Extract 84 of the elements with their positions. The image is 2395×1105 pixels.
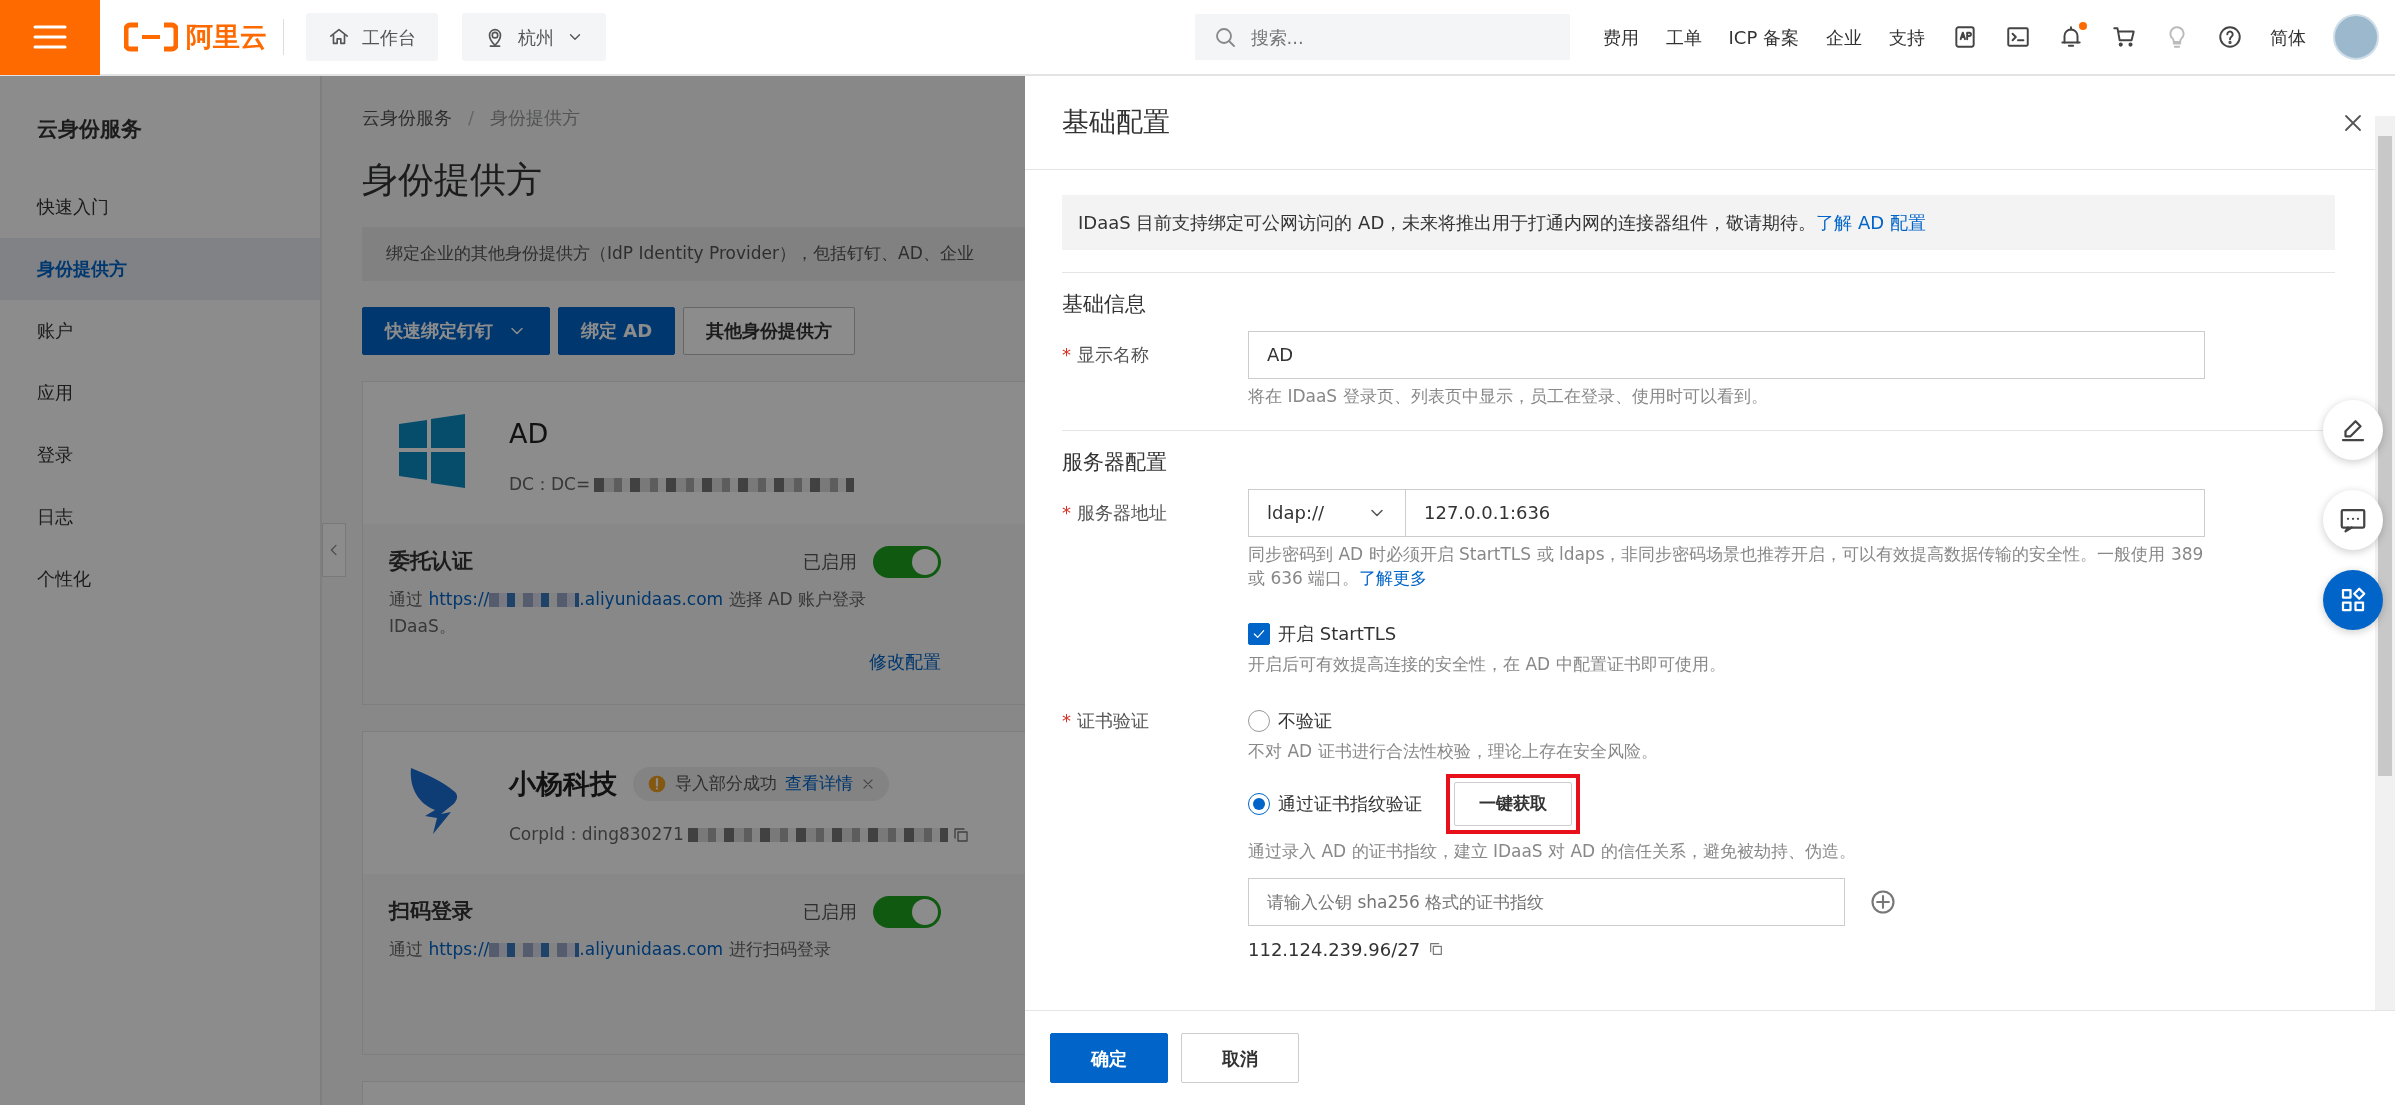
learn-more-link[interactable]: 了解更多: [1359, 567, 1428, 588]
info-notice: IDaaS 目前支持绑定可公网访问的 AD，未来将推出用于打通内网的连接器组件，敬请期待。了解 AD 配置: [1062, 195, 2335, 250]
field-hint: 将在 IDaaS 登录页、列表页中显示，员工在登录、使用时可以看到。: [1248, 384, 1769, 408]
form-label: * 服务器地址: [1062, 501, 1167, 523]
action-button[interactable]: 其他身份提供方: [683, 306, 856, 355]
sidebar-item[interactable]: 登录: [0, 423, 320, 486]
apps-button[interactable]: [2323, 570, 2383, 630]
form-label: * 证书验证: [1062, 710, 1149, 732]
copy-icon[interactable]: [1428, 941, 1445, 958]
fetch-button[interactable]: 一键获取: [1454, 782, 1572, 826]
status-text: 已启用: [803, 550, 857, 574]
cart-icon[interactable]: [2111, 24, 2137, 50]
warning-icon: [647, 773, 667, 794]
status-text: 已启用: [803, 900, 857, 924]
logo-text[interactable]: 阿里云: [186, 16, 267, 58]
toggle-switch[interactable]: [873, 895, 941, 928]
breadcrumb-link[interactable]: 云身份服务: [362, 104, 452, 131]
action-button[interactable]: 绑定 AD: [558, 306, 676, 355]
checkbox[interactable]: [1248, 622, 1270, 645]
provider-meta: CorpId：ding830271: [509, 823, 684, 846]
display-name-input[interactable]: AD: [1248, 330, 2205, 379]
copy-icon[interactable]: [951, 825, 970, 844]
page-title: 身份提供方: [362, 158, 543, 202]
cancel-button[interactable]: 取消: [1181, 1033, 1299, 1083]
confirm-button[interactable]: 确定: [1050, 1033, 1168, 1083]
section-heading: 基础信息: [1062, 291, 1147, 318]
breadcrumb-separator: /: [468, 106, 475, 130]
nav-link[interactable]: 工单: [1665, 23, 1702, 51]
add-circle-icon[interactable]: [1869, 887, 1897, 916]
feature-title: 扫码登录: [389, 897, 473, 925]
nav-link[interactable]: 支持: [1889, 23, 1925, 51]
checkbox-label: 开启 StartTLS: [1278, 622, 1397, 647]
url-link[interactable]: https:// .aliyunidaas.com: [428, 938, 724, 959]
terminal-icon[interactable]: [2005, 24, 2031, 50]
provider-name: AD: [509, 416, 549, 451]
drawer-title: 基础配置: [1062, 105, 1170, 140]
ip-range-text: 112.124.239.96/27: [1248, 937, 1421, 962]
radio-button[interactable]: [1248, 709, 1270, 732]
feature-title: 委托认证: [389, 547, 473, 575]
details-link[interactable]: 查看详情: [785, 771, 853, 797]
feature-description: 通过 https:// .aliyunidaas.com 选择 AD 账户登录 IDaaS。: [389, 587, 868, 638]
provider-name: 小杨科技: [509, 766, 617, 801]
feedback-button[interactable]: [2323, 490, 2383, 550]
menu-button[interactable]: [0, 0, 100, 75]
sidebar-item[interactable]: 快速入门: [0, 175, 320, 238]
server-address-input[interactable]: 127.0.0.1:636: [1405, 488, 2205, 537]
field-hint: 开启后可有效提高连接的安全性，在 AD 中配置证书即可使用。: [1248, 653, 1727, 677]
nav-link[interactable]: 费用: [1602, 23, 1639, 51]
workbench-button[interactable]: 工作台: [306, 13, 438, 61]
scrollbar[interactable]: [2375, 116, 2395, 1010]
sidebar-item[interactable]: 身份提供方: [0, 237, 320, 300]
bell-icon[interactable]: [2058, 24, 2084, 50]
radio-label: 不验证: [1278, 709, 1332, 734]
nav-link[interactable]: ICP 备案: [1728, 23, 1799, 51]
sidebar-item[interactable]: 日志: [0, 485, 320, 548]
protocol-select[interactable]: ldap://: [1248, 488, 1405, 537]
radio-button[interactable]: [1248, 793, 1270, 815]
field-hint: 同步密码到 AD 时必须开启 StartTLS 或 ldaps，非同步密码场景也推荐开启，可以有效提高数据传输的安全性。一般使用 389 或 636 端口。了解更多: [1248, 542, 2205, 590]
sidebar-item[interactable]: 账户: [0, 299, 320, 362]
edit-config-link[interactable]: 修改配置: [869, 650, 941, 672]
status-text: 导入部分成功: [675, 772, 777, 795]
fingerprint-input[interactable]: 请输入公钥 sha256 格式的证书指纹: [1248, 877, 1845, 926]
field-hint: 不对 AD 证书进行合法性校验，理论上存在安全风险。: [1248, 740, 1659, 764]
section-heading: 服务器配置: [1062, 449, 1168, 477]
radio-label: 通过证书指纹验证: [1278, 792, 1422, 817]
language-link[interactable]: 简体: [2270, 23, 2306, 51]
region-dropdown[interactable]: 杭州: [462, 13, 606, 61]
logo-icon: [124, 22, 178, 52]
edit-button[interactable]: [2323, 400, 2383, 460]
toggle-switch[interactable]: [873, 545, 941, 578]
feature-description: 通过 https:// .aliyunidaas.com 进行扫码登录: [389, 937, 832, 961]
form-label: * 显示名称: [1062, 343, 1149, 365]
sidebar-item[interactable]: 应用: [0, 361, 320, 424]
windows-logo-icon: [399, 413, 465, 488]
provider-meta: DC：DC=: [509, 473, 591, 496]
sidebar-item[interactable]: 个性化: [0, 547, 320, 610]
dropdown-button[interactable]: 快速绑定钉钉: [362, 306, 550, 355]
sidebar-title: 云身份服务: [36, 116, 143, 143]
nav-link[interactable]: 企业: [1826, 23, 1862, 51]
url-link[interactable]: https:// .aliyunidaas.com: [428, 588, 724, 609]
app-icon[interactable]: [1952, 24, 1978, 50]
help-icon[interactable]: [2217, 24, 2243, 50]
field-hint: 通过录入 AD 的证书指纹，建立 IDaaS 对 AD 的信任关系，避免被劫持、伪造。: [1248, 840, 1857, 863]
search-field[interactable]: 搜索...: [1194, 14, 1570, 60]
